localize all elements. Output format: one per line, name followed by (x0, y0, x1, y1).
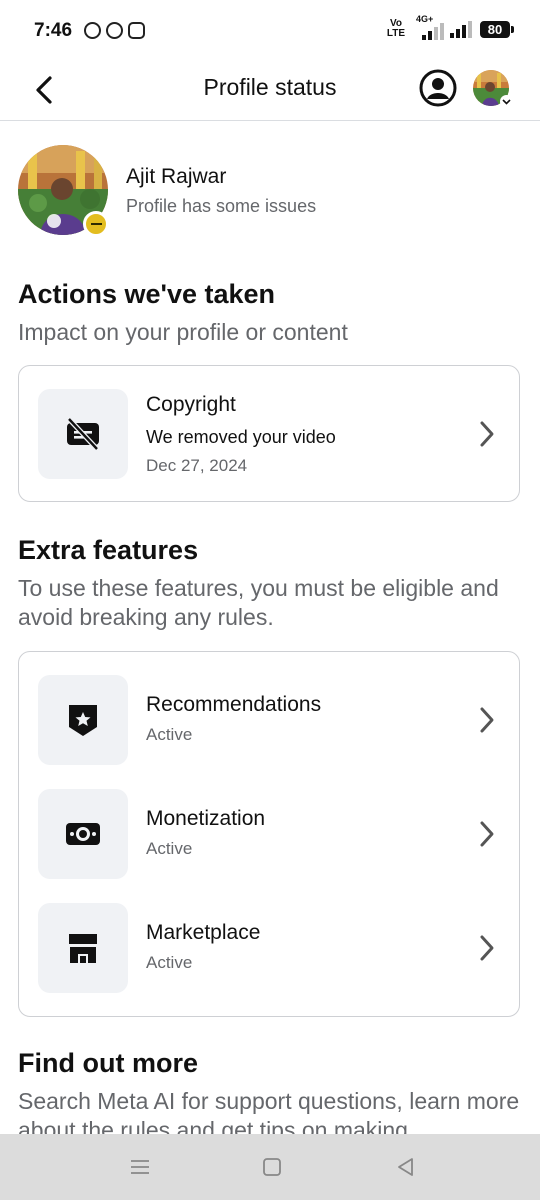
money-icon (66, 823, 100, 845)
shield-star-icon (69, 705, 97, 736)
home-button[interactable] (258, 1153, 286, 1181)
battery-level: 80 (487, 21, 503, 37)
chevron-right-icon (472, 819, 502, 849)
profile-status-text: Profile has some issues (126, 196, 317, 216)
item-status: Active (146, 725, 193, 744)
instagram-icon (128, 22, 145, 39)
marketplace-item[interactable]: Marketplace Active (38, 903, 502, 993)
account-button[interactable] (419, 69, 457, 107)
actions-section-subtitle: Impact on your profile or content (18, 319, 348, 345)
back-triangle-icon (398, 1158, 413, 1176)
features-card: Recommendations Active Monetization Acti… (18, 651, 520, 1017)
item-date: Dec 27, 2024 (146, 456, 248, 475)
profile-name: Ajit Rajwar (126, 165, 227, 188)
monetization-item[interactable]: Monetization Active (38, 789, 502, 879)
extra-section-title: Extra features (18, 535, 199, 565)
chevron-right-icon (472, 933, 502, 963)
item-tile (38, 675, 128, 765)
item-title: Recommendations (146, 693, 322, 716)
status-bar: 7:46 Vo LTE 4G+ 80 (0, 0, 540, 62)
chevron-right-icon (472, 419, 502, 449)
system-nav-bar (0, 1134, 540, 1200)
chevron-right-icon (472, 705, 502, 735)
signal-icon (450, 20, 472, 38)
shop-icon (65, 934, 101, 963)
home-square-icon (263, 1158, 281, 1176)
item-status: Active (146, 839, 193, 858)
battery-icon: 80 (480, 20, 514, 38)
item-tile (38, 903, 128, 993)
item-tile (38, 389, 128, 479)
removed-video-icon (67, 417, 99, 451)
status-time: 7:46 (34, 20, 73, 41)
copyright-action-item[interactable]: Copyright We removed your video Dec 27, … (38, 389, 502, 479)
signal-4g-icon: 4G+ (416, 14, 444, 40)
menu-icon (131, 1160, 149, 1174)
profile-switcher[interactable] (473, 70, 513, 108)
profile-summary: Ajit Rajwar Profile has some issues (18, 145, 522, 237)
whatsapp-icon (84, 22, 101, 39)
item-detail: We removed your video (146, 427, 336, 447)
recents-button[interactable] (126, 1153, 154, 1181)
item-status: Active (146, 953, 193, 972)
find-more-title: Find out more (18, 1048, 198, 1078)
actions-section-title: Actions we've taken (18, 279, 276, 309)
issue-status-badge (83, 211, 109, 237)
status-right: Vo LTE 4G+ 80 (384, 14, 514, 40)
extra-section-subtitle: To use these features, you must be eligi… (18, 575, 499, 630)
chevron-down-icon (500, 95, 513, 108)
back-nav-button[interactable] (392, 1153, 420, 1181)
recommendations-item[interactable]: Recommendations Active (38, 675, 502, 765)
item-title: Marketplace (146, 921, 261, 944)
page-title: Profile status (203, 74, 337, 100)
item-title: Copyright (146, 393, 236, 416)
account-circle-icon (419, 69, 457, 107)
notification-icons (84, 22, 145, 39)
volte-indicator: Vo LTE (386, 18, 406, 39)
app-header: Profile status (0, 62, 540, 121)
item-title: Monetization (146, 807, 266, 830)
whatsapp-icon (106, 22, 123, 39)
item-tile (38, 789, 128, 879)
actions-card: Copyright We removed your video Dec 27, … (18, 365, 520, 502)
